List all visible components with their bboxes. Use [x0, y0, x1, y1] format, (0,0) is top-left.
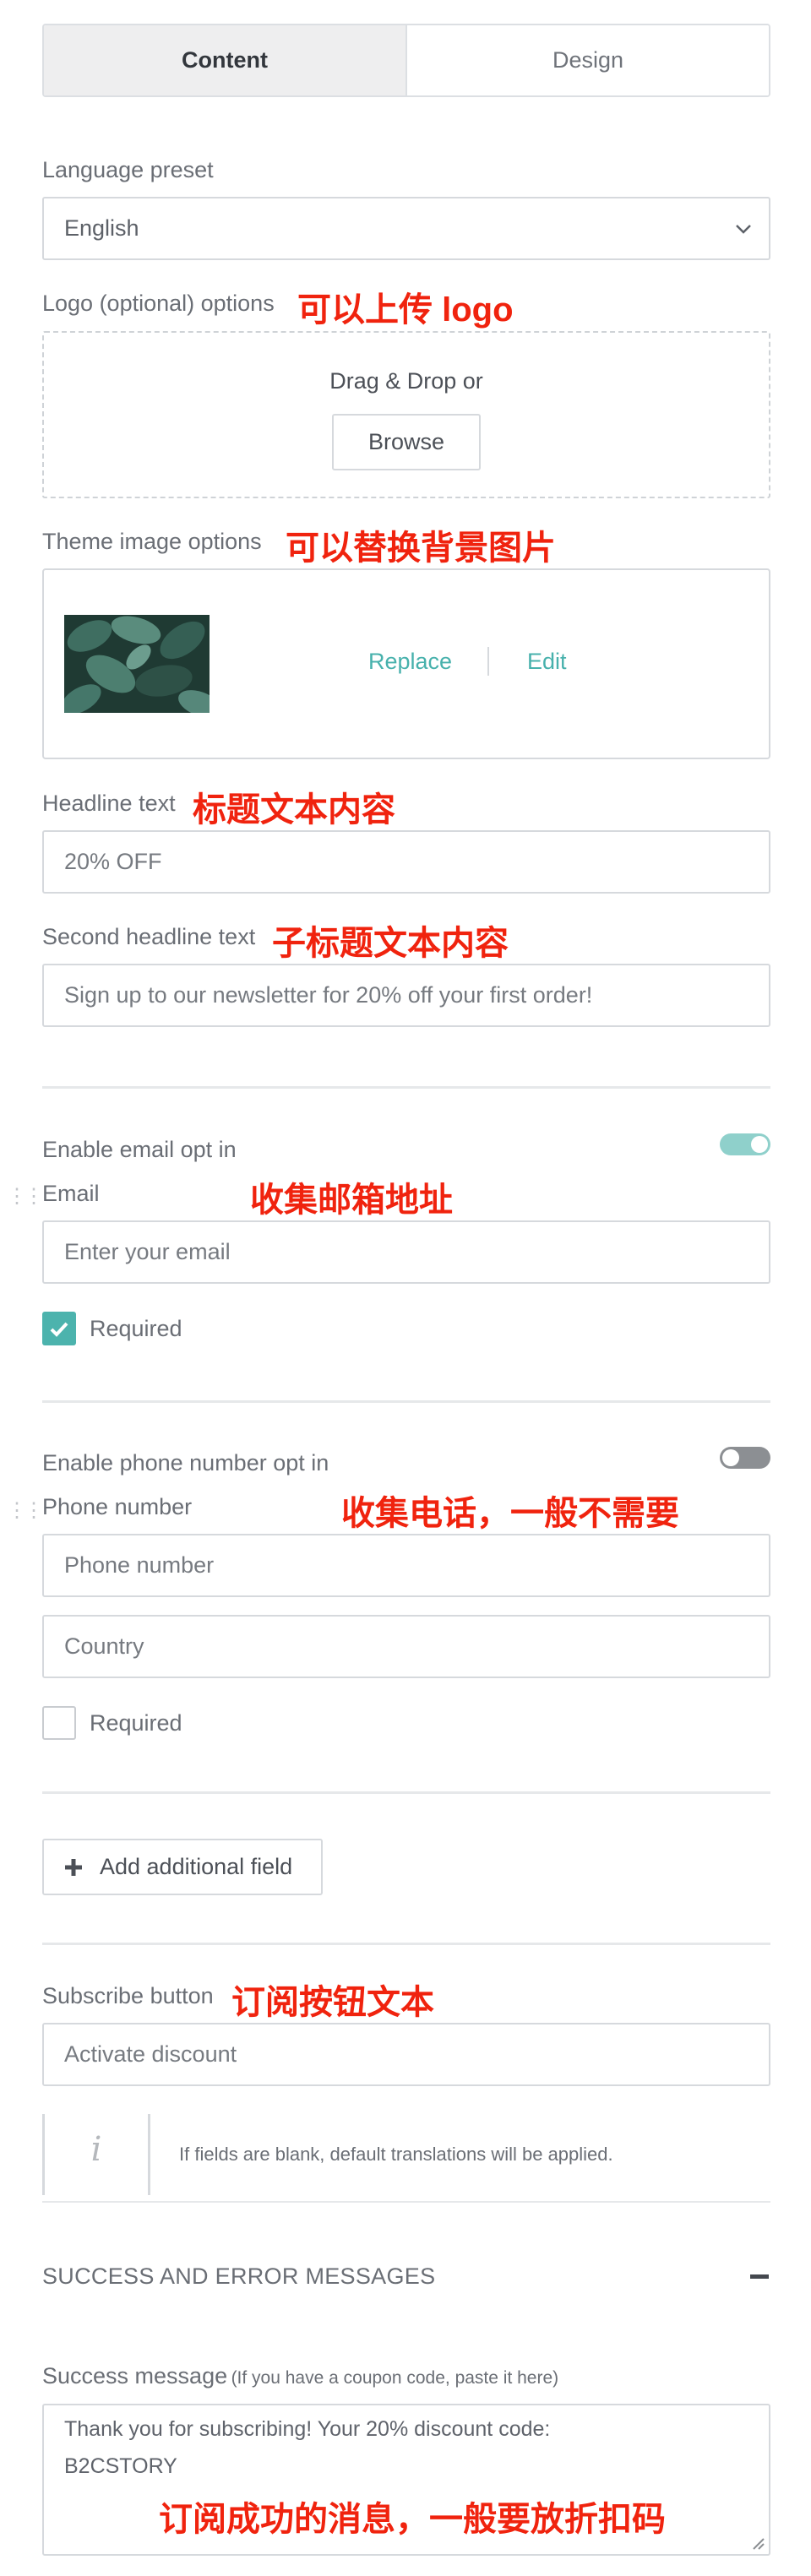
divider — [42, 1086, 770, 1089]
collapse-icon[interactable] — [750, 2274, 769, 2279]
country-input[interactable]: Country — [42, 1615, 770, 1678]
theme-image-annotation: 可以替换背景图片 — [286, 530, 556, 567]
success-message-label: Success message — [42, 2363, 228, 2389]
phone-field-label: Phone number — [42, 1494, 193, 1519]
subscribe-annotation: 订阅按钮文本 — [231, 1984, 434, 2021]
headline-label: Headline text — [42, 791, 176, 816]
second-headline-input[interactable]: Sign up to our newsletter for 20% off yo… — [42, 964, 770, 1027]
editor-tabs: Content Design — [42, 24, 770, 97]
language-select-value: English — [64, 215, 139, 241]
email-annotation: 收集邮箱地址 — [250, 1182, 453, 1219]
phone-required-checkbox[interactable] — [42, 1706, 76, 1740]
drag-handle-icon[interactable]: ⋮⋮ — [7, 1501, 44, 1521]
phone-required-label: Required — [90, 1710, 182, 1736]
email-optin-label: Enable email opt in — [42, 1137, 237, 1162]
second-headline-annotation: 子标题文本内容 — [272, 925, 509, 962]
success-message-annotation: 订阅成功的消息，一般要放折扣码 — [159, 2501, 666, 2538]
replace-image-link[interactable]: Replace — [368, 649, 452, 675]
email-input[interactable]: Enter your email — [42, 1220, 770, 1284]
success-message-line2: B2CSTORY — [64, 2454, 177, 2478]
tab-content[interactable]: Content — [44, 25, 407, 95]
language-preset-label: Language preset — [42, 157, 214, 182]
phone-optin-toggle[interactable] — [720, 1447, 770, 1469]
info-icon: i — [90, 2130, 102, 2169]
divider — [42, 1400, 770, 1403]
divider — [42, 1943, 770, 1945]
email-field-label: Email — [42, 1181, 100, 1206]
subscribe-button-input[interactable]: Activate discount — [42, 2023, 770, 2086]
email-optin-toggle[interactable] — [720, 1133, 770, 1155]
chevron-down-icon — [736, 224, 751, 234]
language-select[interactable]: English — [42, 197, 770, 260]
success-message-label-row: Success message (If you have a coupon co… — [42, 2363, 558, 2389]
messages-section-title: SUCCESS AND ERROR MESSAGES — [42, 2264, 436, 2289]
resize-handle-icon[interactable] — [750, 2535, 765, 2551]
dropzone-text: Drag & Drop or — [329, 368, 483, 394]
info-text: If fields are blank, default translation… — [179, 2144, 613, 2165]
divider — [42, 2201, 770, 2203]
edit-image-link[interactable]: Edit — [527, 649, 567, 675]
theme-image-label: Theme image options — [42, 529, 262, 554]
logo-options-label: Logo (optional) options — [42, 291, 275, 316]
headline-annotation: 标题文本内容 — [193, 791, 395, 829]
add-additional-field-label: Add additional field — [100, 1854, 293, 1879]
checkmark-icon — [50, 1322, 68, 1337]
subscribe-button-label: Subscribe button — [42, 1983, 214, 2008]
email-required-checkbox[interactable] — [42, 1312, 76, 1345]
success-message-hint: (If you have a coupon code, paste it her… — [231, 2368, 559, 2388]
phone-optin-label: Enable phone number opt in — [42, 1450, 329, 1475]
phone-input[interactable]: Phone number — [42, 1534, 770, 1597]
theme-image-thumbnail — [64, 615, 210, 713]
tab-design[interactable]: Design — [407, 25, 769, 95]
divider — [42, 1791, 770, 1794]
browse-button[interactable]: Browse — [332, 414, 481, 470]
drag-handle-icon[interactable]: ⋮⋮ — [7, 1187, 44, 1207]
link-separator — [487, 647, 489, 676]
email-required-label: Required — [90, 1316, 182, 1341]
add-additional-field-button[interactable]: Add additional field — [42, 1839, 323, 1895]
success-message-line1: Thank you for subscribing! Your 20% disc… — [64, 2417, 551, 2441]
second-headline-label: Second headline text — [42, 924, 256, 949]
plus-icon — [65, 1858, 82, 1876]
logo-annotation: 可以上传 logo — [297, 291, 514, 329]
headline-input[interactable]: 20% OFF — [42, 830, 770, 894]
phone-annotation: 收集电话，一般不需要 — [341, 1495, 679, 1532]
